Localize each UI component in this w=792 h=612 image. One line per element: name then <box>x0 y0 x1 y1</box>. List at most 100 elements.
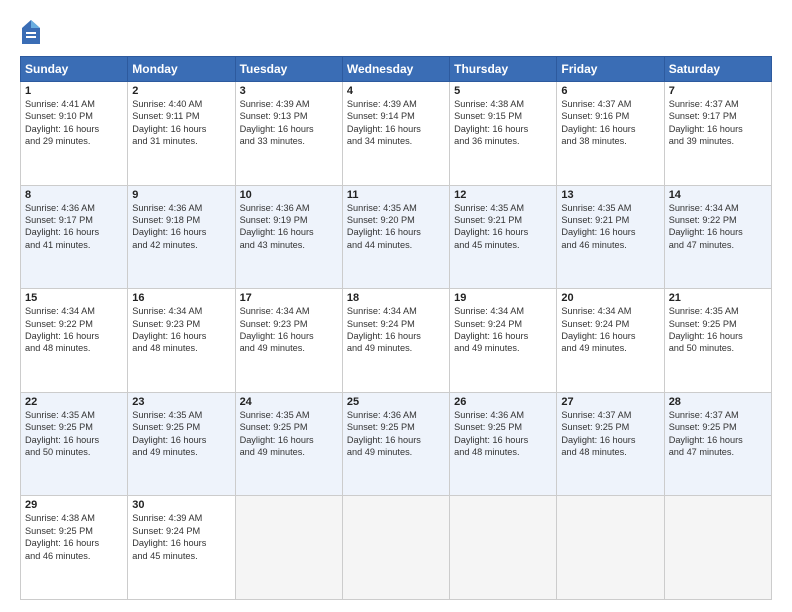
day-number: 4 <box>347 85 445 97</box>
calendar-cell: 8Sunrise: 4:36 AMSunset: 9:17 PMDaylight… <box>21 185 128 289</box>
calendar-cell: 25Sunrise: 4:36 AMSunset: 9:25 PMDayligh… <box>342 392 449 496</box>
day-number: 25 <box>347 396 445 408</box>
cell-info: Sunrise: 4:34 AMSunset: 9:23 PMDaylight:… <box>132 305 230 355</box>
logo <box>20 18 46 46</box>
day-number: 16 <box>132 292 230 304</box>
calendar-week-row: 22Sunrise: 4:35 AMSunset: 9:25 PMDayligh… <box>21 392 772 496</box>
calendar-cell <box>342 496 449 600</box>
cell-info: Sunrise: 4:37 AMSunset: 9:16 PMDaylight:… <box>561 98 659 148</box>
cell-info: Sunrise: 4:35 AMSunset: 9:25 PMDaylight:… <box>240 409 338 459</box>
day-number: 26 <box>454 396 552 408</box>
day-number: 6 <box>561 85 659 97</box>
day-number: 18 <box>347 292 445 304</box>
calendar-cell: 2Sunrise: 4:40 AMSunset: 9:11 PMDaylight… <box>128 82 235 186</box>
calendar-header-friday: Friday <box>557 57 664 82</box>
cell-info: Sunrise: 4:35 AMSunset: 9:21 PMDaylight:… <box>454 202 552 252</box>
calendar-header-sunday: Sunday <box>21 57 128 82</box>
cell-info: Sunrise: 4:35 AMSunset: 9:20 PMDaylight:… <box>347 202 445 252</box>
day-number: 12 <box>454 189 552 201</box>
logo-icon <box>20 18 42 46</box>
calendar-header-thursday: Thursday <box>450 57 557 82</box>
cell-info: Sunrise: 4:37 AMSunset: 9:25 PMDaylight:… <box>561 409 659 459</box>
calendar-cell: 1Sunrise: 4:41 AMSunset: 9:10 PMDaylight… <box>21 82 128 186</box>
cell-info: Sunrise: 4:37 AMSunset: 9:25 PMDaylight:… <box>669 409 767 459</box>
cell-info: Sunrise: 4:35 AMSunset: 9:25 PMDaylight:… <box>132 409 230 459</box>
cell-info: Sunrise: 4:36 AMSunset: 9:17 PMDaylight:… <box>25 202 123 252</box>
calendar-cell: 3Sunrise: 4:39 AMSunset: 9:13 PMDaylight… <box>235 82 342 186</box>
day-number: 27 <box>561 396 659 408</box>
calendar-header-tuesday: Tuesday <box>235 57 342 82</box>
calendar-cell: 6Sunrise: 4:37 AMSunset: 9:16 PMDaylight… <box>557 82 664 186</box>
calendar-header-row: SundayMondayTuesdayWednesdayThursdayFrid… <box>21 57 772 82</box>
page: SundayMondayTuesdayWednesdayThursdayFrid… <box>0 0 792 612</box>
day-number: 9 <box>132 189 230 201</box>
cell-info: Sunrise: 4:34 AMSunset: 9:24 PMDaylight:… <box>347 305 445 355</box>
cell-info: Sunrise: 4:37 AMSunset: 9:17 PMDaylight:… <box>669 98 767 148</box>
calendar-cell: 5Sunrise: 4:38 AMSunset: 9:15 PMDaylight… <box>450 82 557 186</box>
cell-info: Sunrise: 4:34 AMSunset: 9:22 PMDaylight:… <box>25 305 123 355</box>
calendar-cell: 29Sunrise: 4:38 AMSunset: 9:25 PMDayligh… <box>21 496 128 600</box>
cell-info: Sunrise: 4:34 AMSunset: 9:22 PMDaylight:… <box>669 202 767 252</box>
calendar-cell: 22Sunrise: 4:35 AMSunset: 9:25 PMDayligh… <box>21 392 128 496</box>
calendar-cell <box>664 496 771 600</box>
day-number: 15 <box>25 292 123 304</box>
header <box>20 18 772 46</box>
calendar-header-saturday: Saturday <box>664 57 771 82</box>
calendar-cell: 16Sunrise: 4:34 AMSunset: 9:23 PMDayligh… <box>128 289 235 393</box>
day-number: 22 <box>25 396 123 408</box>
cell-info: Sunrise: 4:39 AMSunset: 9:24 PMDaylight:… <box>132 512 230 562</box>
day-number: 19 <box>454 292 552 304</box>
cell-info: Sunrise: 4:38 AMSunset: 9:25 PMDaylight:… <box>25 512 123 562</box>
day-number: 21 <box>669 292 767 304</box>
calendar-header-wednesday: Wednesday <box>342 57 449 82</box>
day-number: 23 <box>132 396 230 408</box>
cell-info: Sunrise: 4:35 AMSunset: 9:25 PMDaylight:… <box>25 409 123 459</box>
cell-info: Sunrise: 4:34 AMSunset: 9:24 PMDaylight:… <box>454 305 552 355</box>
calendar-cell: 12Sunrise: 4:35 AMSunset: 9:21 PMDayligh… <box>450 185 557 289</box>
day-number: 30 <box>132 499 230 511</box>
cell-info: Sunrise: 4:38 AMSunset: 9:15 PMDaylight:… <box>454 98 552 148</box>
calendar-cell: 30Sunrise: 4:39 AMSunset: 9:24 PMDayligh… <box>128 496 235 600</box>
calendar-cell: 11Sunrise: 4:35 AMSunset: 9:20 PMDayligh… <box>342 185 449 289</box>
cell-info: Sunrise: 4:41 AMSunset: 9:10 PMDaylight:… <box>25 98 123 148</box>
cell-info: Sunrise: 4:36 AMSunset: 9:19 PMDaylight:… <box>240 202 338 252</box>
cell-info: Sunrise: 4:35 AMSunset: 9:25 PMDaylight:… <box>669 305 767 355</box>
day-number: 17 <box>240 292 338 304</box>
cell-info: Sunrise: 4:39 AMSunset: 9:13 PMDaylight:… <box>240 98 338 148</box>
calendar-cell: 20Sunrise: 4:34 AMSunset: 9:24 PMDayligh… <box>557 289 664 393</box>
day-number: 10 <box>240 189 338 201</box>
calendar-cell <box>450 496 557 600</box>
calendar-cell: 28Sunrise: 4:37 AMSunset: 9:25 PMDayligh… <box>664 392 771 496</box>
calendar-week-row: 29Sunrise: 4:38 AMSunset: 9:25 PMDayligh… <box>21 496 772 600</box>
calendar-cell: 23Sunrise: 4:35 AMSunset: 9:25 PMDayligh… <box>128 392 235 496</box>
calendar-cell: 26Sunrise: 4:36 AMSunset: 9:25 PMDayligh… <box>450 392 557 496</box>
cell-info: Sunrise: 4:35 AMSunset: 9:21 PMDaylight:… <box>561 202 659 252</box>
calendar-header-monday: Monday <box>128 57 235 82</box>
calendar-cell: 21Sunrise: 4:35 AMSunset: 9:25 PMDayligh… <box>664 289 771 393</box>
day-number: 2 <box>132 85 230 97</box>
calendar-cell: 13Sunrise: 4:35 AMSunset: 9:21 PMDayligh… <box>557 185 664 289</box>
day-number: 5 <box>454 85 552 97</box>
day-number: 11 <box>347 189 445 201</box>
calendar-cell <box>557 496 664 600</box>
calendar-cell: 10Sunrise: 4:36 AMSunset: 9:19 PMDayligh… <box>235 185 342 289</box>
calendar-week-row: 15Sunrise: 4:34 AMSunset: 9:22 PMDayligh… <box>21 289 772 393</box>
day-number: 3 <box>240 85 338 97</box>
calendar-table: SundayMondayTuesdayWednesdayThursdayFrid… <box>20 56 772 600</box>
day-number: 28 <box>669 396 767 408</box>
cell-info: Sunrise: 4:36 AMSunset: 9:25 PMDaylight:… <box>347 409 445 459</box>
calendar-week-row: 8Sunrise: 4:36 AMSunset: 9:17 PMDaylight… <box>21 185 772 289</box>
day-number: 7 <box>669 85 767 97</box>
calendar-cell: 24Sunrise: 4:35 AMSunset: 9:25 PMDayligh… <box>235 392 342 496</box>
calendar-cell: 9Sunrise: 4:36 AMSunset: 9:18 PMDaylight… <box>128 185 235 289</box>
calendar-week-row: 1Sunrise: 4:41 AMSunset: 9:10 PMDaylight… <box>21 82 772 186</box>
day-number: 29 <box>25 499 123 511</box>
day-number: 13 <box>561 189 659 201</box>
cell-info: Sunrise: 4:34 AMSunset: 9:24 PMDaylight:… <box>561 305 659 355</box>
day-number: 24 <box>240 396 338 408</box>
day-number: 1 <box>25 85 123 97</box>
calendar-cell: 19Sunrise: 4:34 AMSunset: 9:24 PMDayligh… <box>450 289 557 393</box>
cell-info: Sunrise: 4:36 AMSunset: 9:18 PMDaylight:… <box>132 202 230 252</box>
calendar-cell: 15Sunrise: 4:34 AMSunset: 9:22 PMDayligh… <box>21 289 128 393</box>
cell-info: Sunrise: 4:34 AMSunset: 9:23 PMDaylight:… <box>240 305 338 355</box>
